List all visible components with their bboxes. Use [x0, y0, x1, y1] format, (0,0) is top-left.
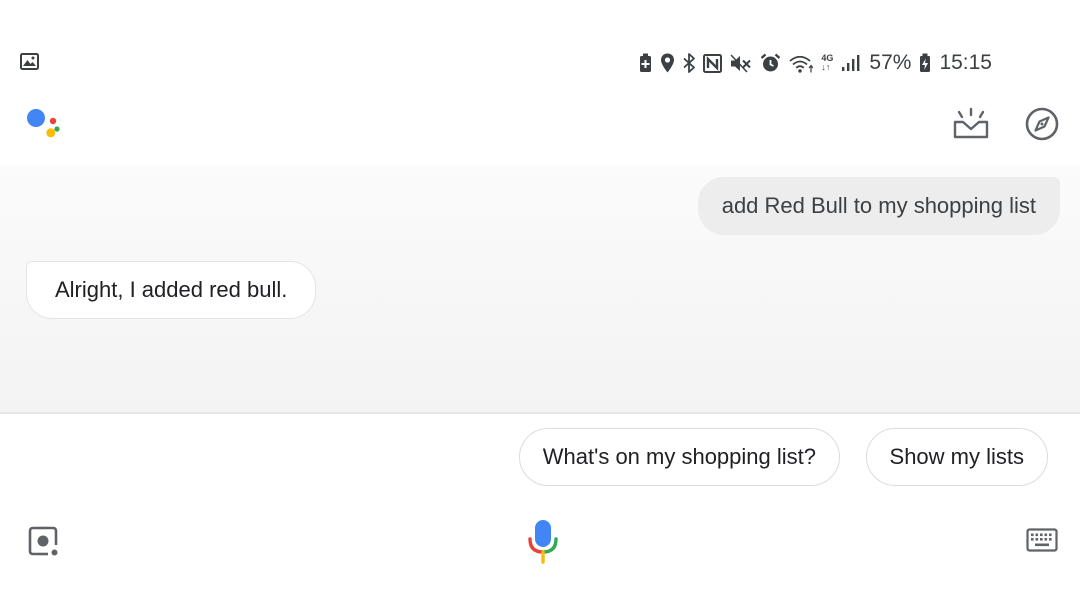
conversation-area: add Red Bull to my shopping list Alright…: [0, 165, 1080, 412]
image-notification-icon: [20, 53, 39, 70]
bluetooth-icon: [683, 53, 696, 73]
network-4g-icon: 4G ↓↑: [821, 53, 834, 72]
location-icon: [661, 53, 675, 73]
battery-saver-icon: [640, 53, 652, 72]
assistant-header: [0, 96, 1080, 156]
assistant-reply-bubble: Alright, I added red bull.: [26, 261, 317, 319]
wifi-icon: [789, 55, 814, 73]
battery-percent: 57%: [869, 51, 912, 74]
lens-icon[interactable]: [26, 524, 60, 558]
suggestion-chip-shopping-list[interactable]: What's on my shopping list?: [518, 428, 840, 486]
suggestion-chip-show-lists[interactable]: Show my lists: [865, 428, 1048, 486]
battery-icon: [920, 53, 931, 72]
user-query-bubble[interactable]: add Red Bull to my shopping list: [697, 177, 1060, 235]
mute-icon: [730, 53, 752, 73]
google-assistant-logo: [27, 109, 60, 138]
microphone-icon[interactable]: [526, 518, 560, 564]
nfc-icon: [703, 53, 723, 73]
clock-time: 15:15: [939, 51, 992, 74]
keyboard-icon[interactable]: [1026, 528, 1058, 552]
divider: [0, 412, 1080, 414]
explore-compass-icon[interactable]: [1024, 106, 1060, 142]
status-icons: 4G ↓↑ 57% 15:15: [639, 50, 992, 76]
signal-icon: [842, 55, 860, 71]
updates-icon[interactable]: [952, 106, 990, 140]
status-bar: 4G ↓↑ 57% 15:15: [0, 40, 1080, 84]
alarm-icon: [761, 53, 781, 72]
